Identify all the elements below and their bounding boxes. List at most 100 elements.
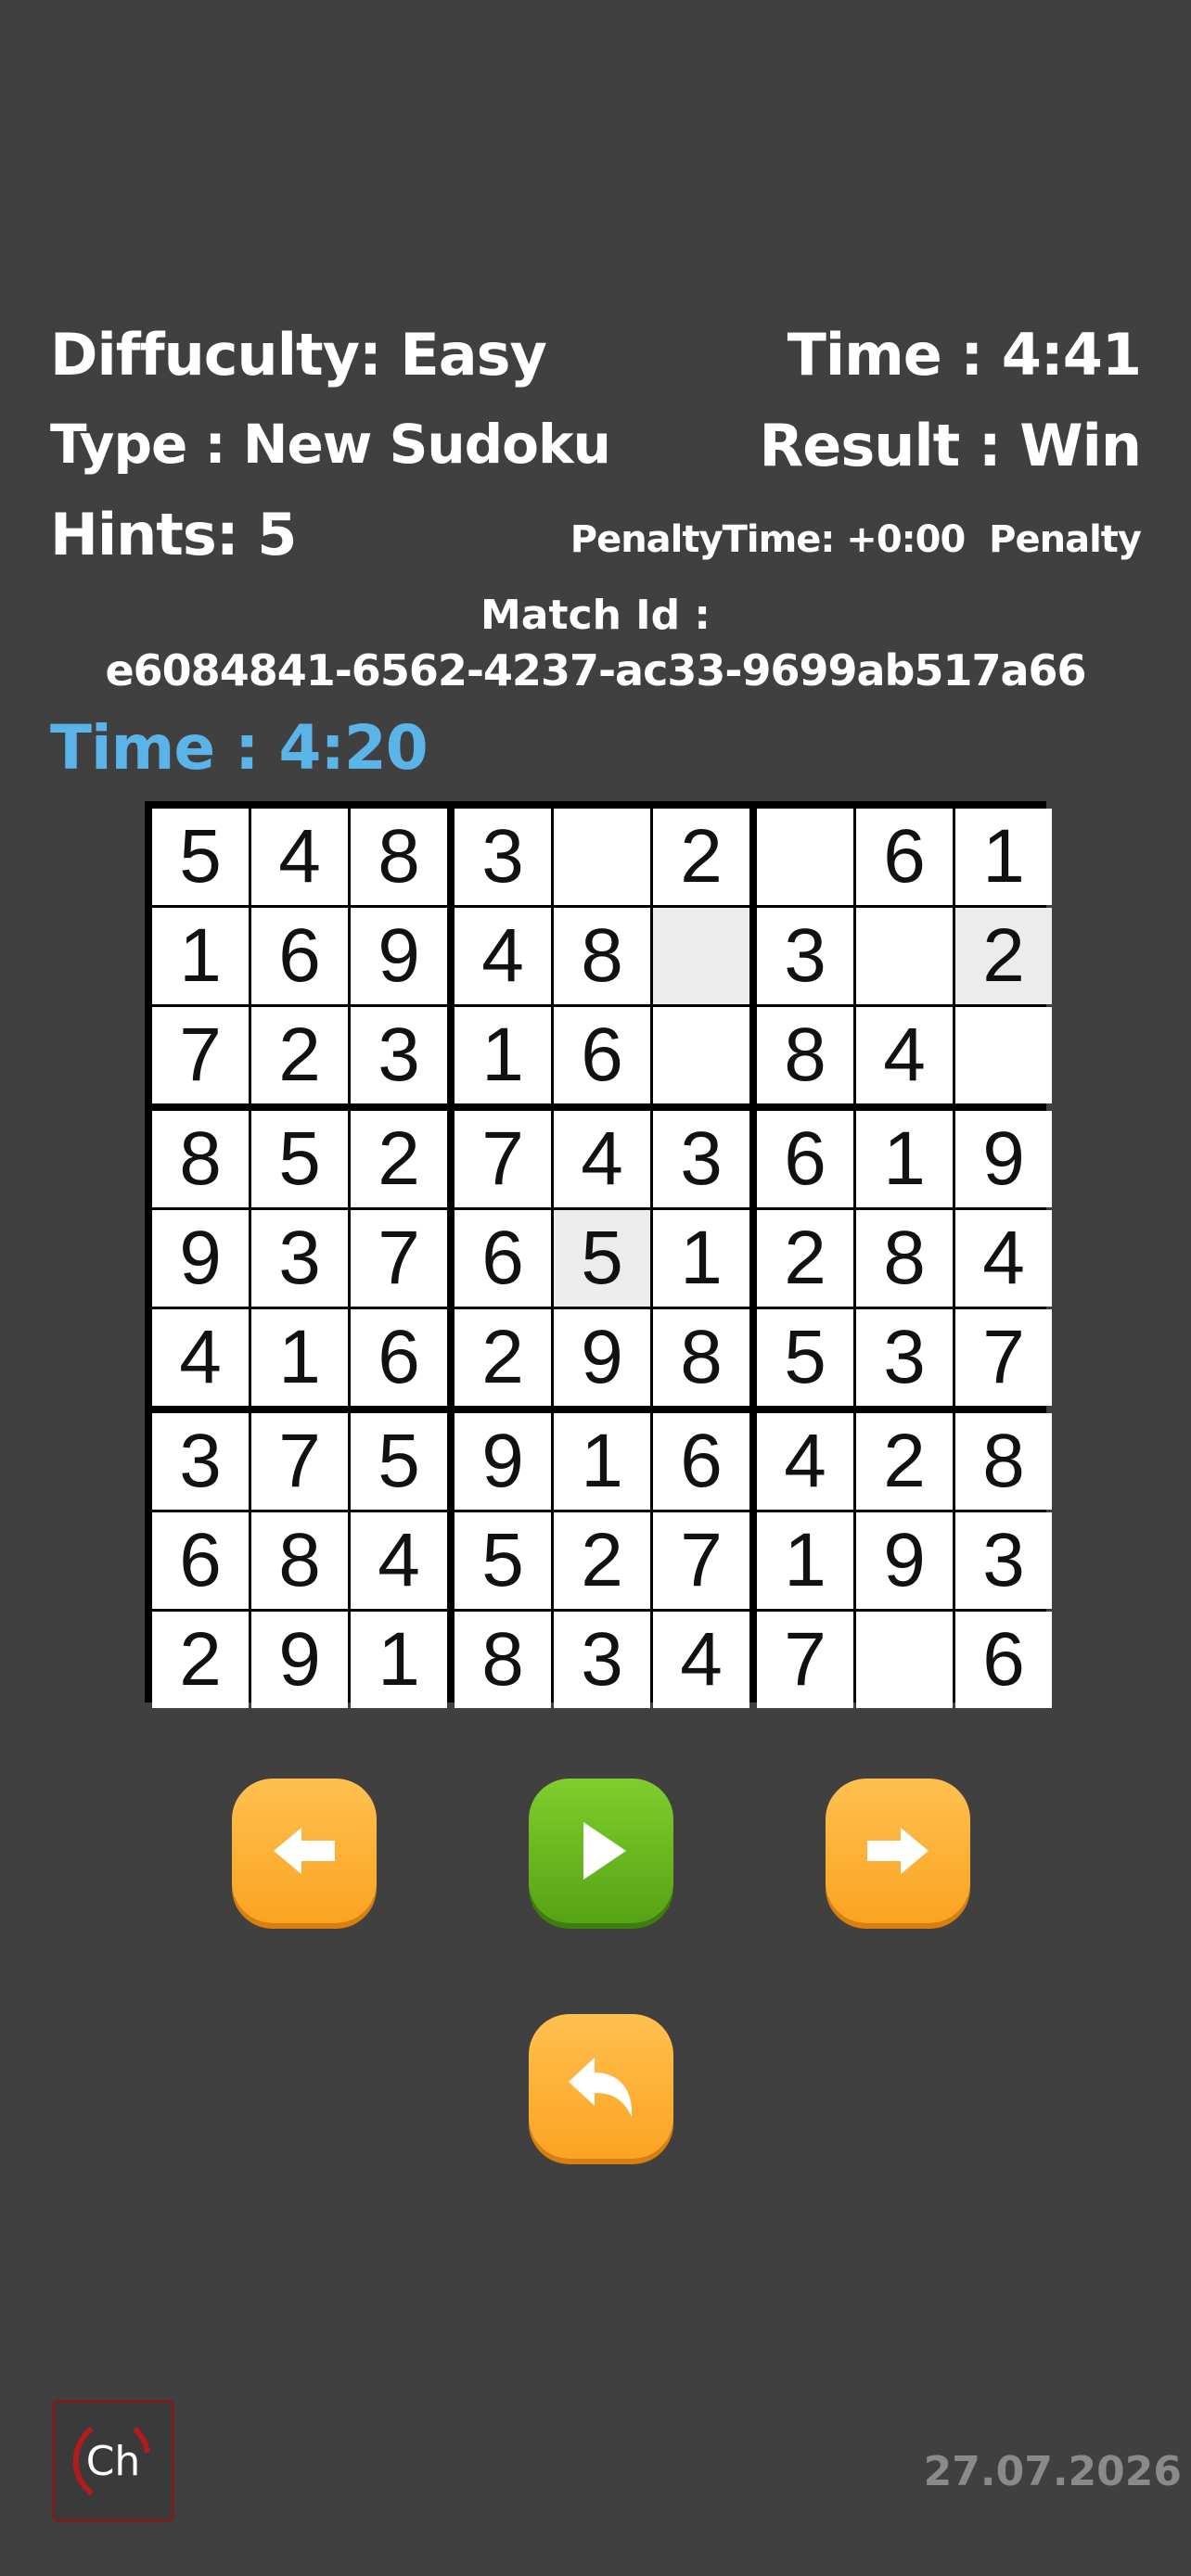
sudoku-cell[interactable]: 7 <box>351 1210 447 1307</box>
sudoku-cell[interactable]: 4 <box>251 809 348 905</box>
sudoku-cell[interactable]: 6 <box>653 1413 749 1510</box>
penalty-row: PenaltyTime: +0:00 Penalty <box>570 518 1142 561</box>
sudoku-cell[interactable]: 8 <box>757 1007 853 1103</box>
penalty-time-label: PenaltyTime: +0:00 <box>570 518 967 561</box>
sudoku-cell[interactable]: 3 <box>152 1413 249 1510</box>
sudoku-cell[interactable]: 1 <box>455 1007 551 1103</box>
return-button[interactable] <box>529 2014 673 2159</box>
sudoku-cell[interactable]: 8 <box>554 908 650 1004</box>
next-button[interactable] <box>826 1779 970 1923</box>
sudoku-board[interactable]: 5483261169483272316848527436199376512844… <box>145 801 1052 1708</box>
match-id-label: Match Id : <box>480 592 711 639</box>
sudoku-cell[interactable]: 4 <box>455 908 551 1004</box>
sudoku-cell[interactable]: 5 <box>351 1413 447 1510</box>
sudoku-cell[interactable]: 7 <box>955 1309 1052 1406</box>
sudoku-cell[interactable]: 4 <box>152 1309 249 1406</box>
sudoku-cell[interactable]: 7 <box>757 1612 853 1708</box>
sudoku-cell[interactable]: 2 <box>955 908 1052 1004</box>
sudoku-cell[interactable]: 4 <box>856 1007 953 1103</box>
sudoku-cell[interactable]: 8 <box>653 1309 749 1406</box>
sudoku-cell[interactable]: 4 <box>955 1210 1052 1307</box>
sudoku-cell[interactable] <box>653 908 749 1004</box>
sudoku-cell[interactable]: 9 <box>856 1512 953 1609</box>
sudoku-cell[interactable] <box>856 1612 953 1708</box>
sudoku-cell[interactable]: 6 <box>856 809 953 905</box>
sudoku-cell[interactable] <box>554 809 650 905</box>
sudoku-cell[interactable]: 3 <box>856 1309 953 1406</box>
sudoku-cell[interactable]: 1 <box>351 1612 447 1708</box>
sudoku-cell[interactable]: 4 <box>554 1111 650 1207</box>
sudoku-cell[interactable]: 1 <box>554 1413 650 1510</box>
sudoku-cell[interactable]: 8 <box>455 1612 551 1708</box>
sudoku-cell[interactable]: 3 <box>251 1210 348 1307</box>
sudoku-cell[interactable]: 5 <box>455 1512 551 1609</box>
penalty-label: Penalty <box>989 518 1142 561</box>
return-arrow-icon <box>569 2058 633 2117</box>
sudoku-cell[interactable]: 8 <box>856 1210 953 1307</box>
result-label: Result : Win <box>759 412 1142 479</box>
sudoku-cell[interactable]: 9 <box>554 1309 650 1406</box>
play-button[interactable] <box>529 1779 673 1923</box>
sudoku-cell[interactable]: 1 <box>757 1512 853 1609</box>
sudoku-cell[interactable]: 6 <box>251 908 348 1004</box>
sudoku-cell[interactable]: 5 <box>554 1210 650 1307</box>
sudoku-cell[interactable]: 3 <box>653 1111 749 1207</box>
sudoku-cell[interactable] <box>955 1007 1052 1103</box>
sudoku-cell[interactable]: 4 <box>653 1612 749 1708</box>
sudoku-cell[interactable]: 3 <box>554 1612 650 1708</box>
sudoku-cell[interactable]: 2 <box>757 1210 853 1307</box>
sudoku-cell[interactable]: 3 <box>955 1512 1052 1609</box>
sudoku-cell[interactable]: 2 <box>351 1111 447 1207</box>
game-timer: Time : 4:20 <box>50 712 429 784</box>
sudoku-cell[interactable]: 9 <box>455 1413 551 1510</box>
sudoku-cell[interactable]: 3 <box>351 1007 447 1103</box>
sudoku-cell[interactable]: 9 <box>251 1612 348 1708</box>
hints-label: Hints: 5 <box>50 501 297 568</box>
sudoku-cell[interactable]: 5 <box>251 1111 348 1207</box>
sudoku-cell[interactable]: 4 <box>757 1413 853 1510</box>
sudoku-cell[interactable] <box>757 809 853 905</box>
type-label: Type : New Sudoku <box>50 413 611 476</box>
sudoku-cell[interactable] <box>856 908 953 1004</box>
ch-badge[interactable]: Ch <box>52 2400 174 2522</box>
date-label: 27.07.2026 <box>923 2448 1182 2495</box>
sudoku-cell[interactable]: 8 <box>955 1413 1052 1510</box>
sudoku-cell[interactable]: 6 <box>455 1210 551 1307</box>
sudoku-cell[interactable]: 2 <box>251 1007 348 1103</box>
difficulty-label: Diffuculty: Easy <box>50 321 547 389</box>
sudoku-cell[interactable]: 2 <box>653 809 749 905</box>
sudoku-cell[interactable]: 5 <box>757 1309 853 1406</box>
sudoku-cell[interactable]: 1 <box>251 1309 348 1406</box>
sudoku-cell[interactable]: 7 <box>152 1007 249 1103</box>
sudoku-cell[interactable]: 6 <box>757 1111 853 1207</box>
sudoku-cell[interactable]: 8 <box>251 1512 348 1609</box>
sudoku-cell[interactable]: 6 <box>152 1512 249 1609</box>
play-icon <box>583 1822 626 1880</box>
sudoku-cell[interactable]: 6 <box>955 1612 1052 1708</box>
sudoku-cell[interactable]: 2 <box>856 1413 953 1510</box>
sudoku-cell[interactable]: 6 <box>351 1309 447 1406</box>
match-id-value: e6084841-6562-4237-ac33-9699ab517a66 <box>105 645 1086 695</box>
sudoku-cell[interactable]: 7 <box>455 1111 551 1207</box>
sudoku-cell[interactable] <box>653 1007 749 1103</box>
sudoku-cell[interactable]: 1 <box>955 809 1052 905</box>
sudoku-cell[interactable]: 9 <box>955 1111 1052 1207</box>
sudoku-cell[interactable]: 9 <box>351 908 447 1004</box>
sudoku-cell[interactable]: 1 <box>653 1210 749 1307</box>
sudoku-cell[interactable]: 3 <box>757 908 853 1004</box>
sudoku-cell[interactable]: 2 <box>455 1309 551 1406</box>
sudoku-cell[interactable]: 8 <box>152 1111 249 1207</box>
sudoku-cell[interactable]: 2 <box>554 1512 650 1609</box>
sudoku-cell[interactable]: 4 <box>351 1512 447 1609</box>
sudoku-cell[interactable]: 9 <box>152 1210 249 1307</box>
sudoku-cell[interactable]: 5 <box>152 809 249 905</box>
sudoku-cell[interactable]: 8 <box>351 809 447 905</box>
sudoku-cell[interactable]: 1 <box>152 908 249 1004</box>
sudoku-cell[interactable]: 7 <box>653 1512 749 1609</box>
sudoku-cell[interactable]: 3 <box>455 809 551 905</box>
sudoku-cell[interactable]: 2 <box>152 1612 249 1708</box>
previous-button[interactable] <box>232 1779 377 1923</box>
sudoku-cell[interactable]: 7 <box>251 1413 348 1510</box>
sudoku-cell[interactable]: 1 <box>856 1111 953 1207</box>
sudoku-cell[interactable]: 6 <box>554 1007 650 1103</box>
